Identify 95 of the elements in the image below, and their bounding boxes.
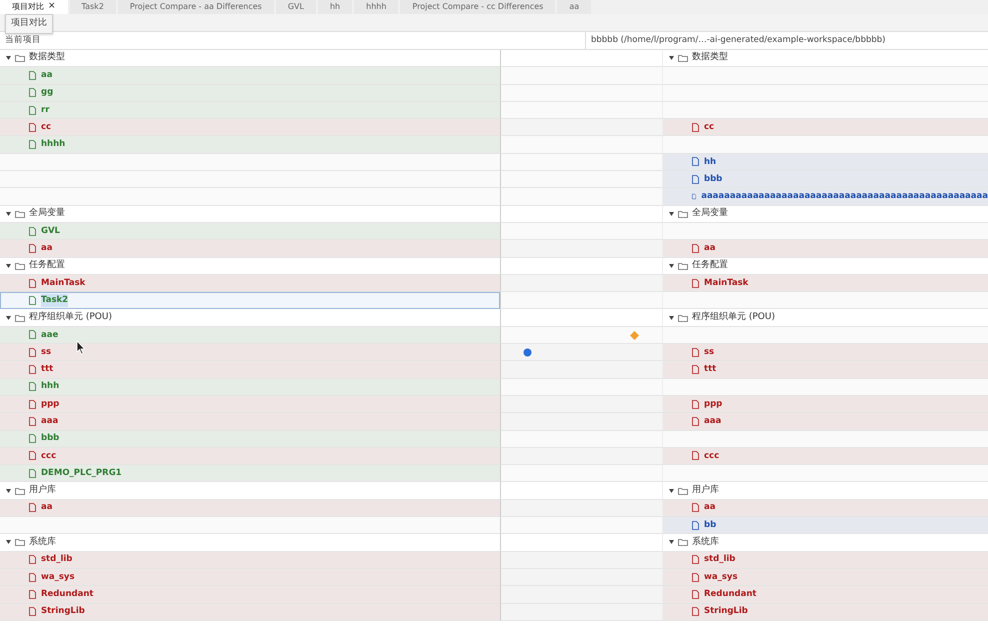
tab[interactable]: aa	[557, 0, 592, 14]
folder-icon	[678, 314, 688, 322]
column-header: 当前项目	[4, 34, 42, 47]
folder-icon	[678, 54, 688, 62]
file-label[interactable]: hh	[704, 156, 716, 168]
tab[interactable]: Task2	[70, 0, 116, 14]
tab[interactable]: Project Compare - cc Differences	[400, 0, 556, 14]
tab[interactable]: 项目对比 ×	[0, 0, 68, 14]
caret-icon[interactable]	[6, 488, 11, 493]
file-label[interactable]: bbb	[704, 172, 722, 186]
file-label[interactable]: wa_sys	[704, 570, 738, 584]
folder-icon	[15, 54, 25, 62]
file-label[interactable]: aa	[704, 501, 716, 514]
selected-row[interactable]: Task2	[0, 292, 500, 310]
file-icon	[692, 244, 699, 253]
file-icon	[692, 122, 699, 132]
folder-icon	[678, 262, 688, 270]
folder-icon	[678, 538, 688, 546]
file-icon	[29, 503, 36, 512]
caret-icon[interactable]	[669, 264, 674, 268]
column-header: bbbbb (/home/l/program/…-ai-generated/example-workspace/bbbbb)	[585, 32, 988, 49]
file-label[interactable]: DEMO_PLC_PRG1	[41, 466, 122, 480]
folder-label[interactable]: 程序组织单元 (POU)	[29, 310, 112, 324]
caret-icon[interactable]	[6, 540, 11, 544]
folder-label[interactable]: 系统库	[29, 536, 56, 550]
file-label[interactable]: ppp	[41, 398, 60, 410]
folder-icon	[15, 486, 25, 495]
folder-icon	[15, 538, 25, 546]
folder-label[interactable]: 数据类型	[692, 51, 728, 65]
tab[interactable]: GVL	[276, 0, 316, 14]
file-label[interactable]: ccc	[704, 450, 720, 462]
file-label[interactable]: Redundant	[704, 588, 756, 601]
caret-icon[interactable]	[669, 316, 674, 320]
file-label[interactable]: gg	[41, 86, 54, 100]
folder-label[interactable]: 系统库	[692, 536, 719, 550]
file-label[interactable]: GVL	[41, 224, 60, 238]
file-label[interactable]: Redundant	[41, 588, 94, 601]
file-label[interactable]: MainTask	[704, 276, 748, 290]
caret-icon[interactable]	[6, 264, 11, 268]
file-label[interactable]: wa_sys	[41, 570, 74, 584]
folder-icon	[678, 486, 688, 495]
file-label[interactable]: cc	[41, 120, 52, 134]
file-label[interactable]: ttt	[41, 363, 54, 376]
close-button[interactable]: ×	[48, 0, 56, 14]
file-label[interactable]: hhhh	[41, 138, 66, 151]
tooltip: 项目对比	[5, 14, 53, 34]
file-label[interactable]: ccc	[41, 450, 56, 462]
folder-label[interactable]: 任务配置	[29, 258, 65, 272]
file-label[interactable]: aaa	[704, 415, 722, 428]
caret-icon[interactable]	[669, 488, 674, 493]
caret-icon[interactable]	[669, 56, 674, 60]
file-label[interactable]: aaaaaaaaaaaaaaaaaaaaaaaaaaaaaaaaaaaaaaaaaaaaaaaaaa	[701, 190, 988, 203]
tab[interactable]: hh	[318, 0, 352, 14]
file-label[interactable]: cc	[704, 120, 714, 134]
file-label[interactable]: bb	[704, 518, 716, 532]
file-label[interactable]: aae	[41, 328, 58, 342]
file-label[interactable]: ss	[41, 346, 52, 359]
file-label[interactable]: std_lib	[41, 553, 72, 566]
caret-icon[interactable]	[6, 316, 11, 320]
folder-label[interactable]: 程序组织单元 (POU)	[692, 310, 775, 324]
caret-icon[interactable]	[669, 212, 674, 216]
file-label[interactable]: std_lib	[704, 553, 736, 566]
file-label[interactable]: aa	[704, 242, 716, 255]
folder-label[interactable]: 全局变量	[29, 207, 65, 221]
caret-icon[interactable]	[6, 56, 11, 60]
caret-icon[interactable]	[669, 540, 674, 544]
file-label[interactable]: ttt	[704, 363, 716, 376]
file-label[interactable]: Task2	[41, 294, 68, 307]
file-label[interactable]: aaa	[41, 415, 58, 428]
file-label[interactable]: rr	[41, 104, 50, 116]
file-label[interactable]: ss	[704, 346, 714, 359]
file-label[interactable]: aa	[41, 242, 52, 255]
folder-label[interactable]: 数据类型	[29, 51, 65, 65]
file-label[interactable]: StringLib	[41, 605, 85, 618]
file-label[interactable]: hhh	[41, 380, 60, 394]
folder-label[interactable]: 全局变量	[692, 207, 728, 221]
file-icon	[692, 451, 699, 460]
tab[interactable]: hhhh	[354, 0, 398, 14]
file-label[interactable]: MainTask	[41, 276, 86, 290]
folder-icon	[678, 210, 688, 218]
folder-label[interactable]: 任务配置	[692, 258, 728, 272]
folder-icon	[15, 210, 25, 218]
file-label[interactable]: StringLib	[704, 605, 748, 618]
file-label[interactable]: aa	[41, 69, 52, 82]
tab[interactable]: Project Compare - aa Differences	[118, 0, 274, 14]
folder-icon	[15, 262, 25, 270]
file-icon	[692, 278, 699, 288]
folder-icon	[15, 314, 25, 322]
file-label[interactable]: bbb	[41, 432, 60, 446]
folder-label[interactable]: 用户库	[29, 484, 56, 498]
file-label[interactable]: ppp	[704, 398, 722, 410]
caret-icon[interactable]	[6, 212, 11, 216]
file-label[interactable]: aa	[41, 501, 52, 514]
folder-label[interactable]: 用户库	[692, 484, 719, 498]
mouse-pointer-icon	[76, 340, 86, 355]
